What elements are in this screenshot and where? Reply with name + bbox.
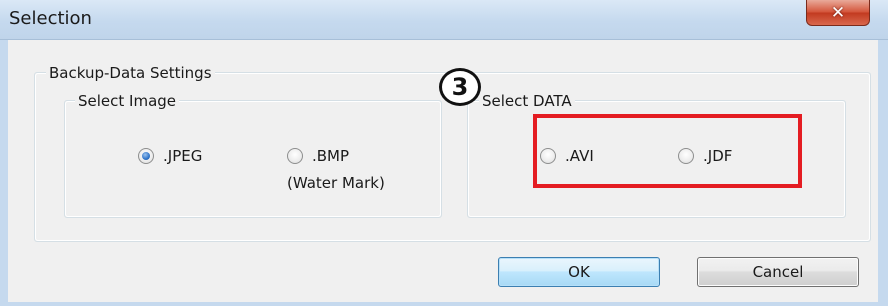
jpeg-radio[interactable] <box>138 148 154 164</box>
bmp-radio[interactable] <box>287 148 303 164</box>
ok-button-label: OK <box>568 263 590 281</box>
bmp-option-label[interactable]: .BMP <box>312 147 349 165</box>
ok-button[interactable]: OK <box>498 257 660 287</box>
select-image-group <box>64 100 442 218</box>
bmp-watermark-note: (Water Mark) <box>287 174 385 192</box>
cancel-button-label: Cancel <box>752 263 804 281</box>
backup-data-settings-label: Backup-Data Settings <box>46 64 215 82</box>
window-title: Selection <box>9 8 92 29</box>
close-icon: ✕ <box>830 2 846 23</box>
cancel-button[interactable]: Cancel <box>697 257 859 287</box>
select-data-label: Select DATA <box>479 92 575 110</box>
title-bar[interactable]: Selection ✕ <box>0 0 888 40</box>
step-number: 3 <box>451 73 469 101</box>
select-image-label: Select Image <box>75 92 180 110</box>
close-button[interactable]: ✕ <box>806 0 870 26</box>
jpeg-option-label[interactable]: .JPEG <box>163 147 202 165</box>
step-number-badge: 3 <box>439 68 481 106</box>
red-highlight-box <box>533 114 802 188</box>
